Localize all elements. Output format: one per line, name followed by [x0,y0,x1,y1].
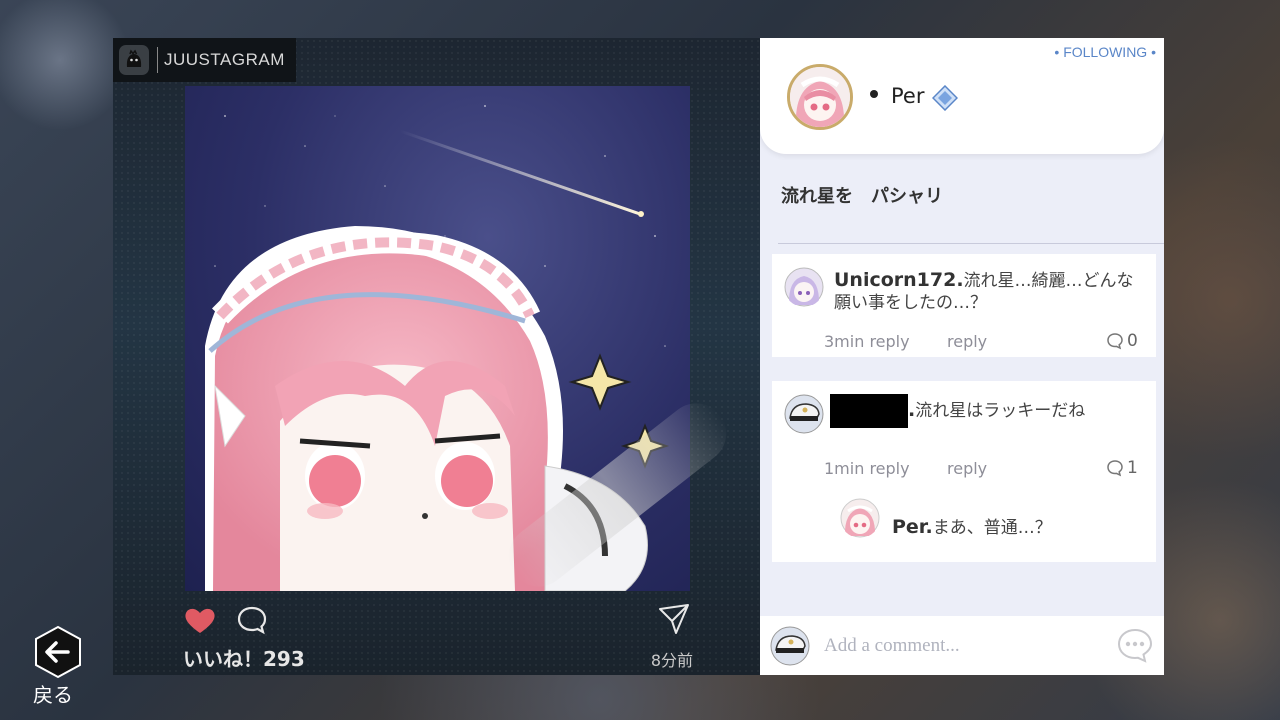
author-name[interactable]: Per [891,84,924,108]
like-count: いいね！293 [183,647,305,671]
comment-input[interactable] [822,628,1096,664]
comment-time: 1min [824,459,865,478]
author-avatar[interactable] [787,64,853,130]
comment-body: Unicorn172.流れ星…綺麗…どんな願い事をしたの…？ [834,269,1144,314]
back-button[interactable] [34,625,82,679]
send-comment-icon[interactable] [1116,626,1154,664]
post-time: 8分前 [650,651,693,670]
comment-bubble-icon[interactable] [235,605,269,635]
commenter-avatar[interactable] [784,394,824,434]
reply-text: まあ、普通…？ [932,518,1052,538]
comment-card: .流れ星はラッキーだね 1min reply reply 1 Per.まあ、普通… [772,381,1156,562]
following-dot-right: • [1147,44,1156,60]
reply-count[interactable]: 1 [1106,458,1138,478]
reply-author[interactable]: Per. [892,516,933,538]
comment-meta: 1min reply [824,459,910,478]
following-dot-left: • [1054,44,1064,60]
comment-bar [760,616,1164,675]
like-heart-icon[interactable] [183,605,217,635]
reply-bubble-icon [1107,333,1123,350]
caption-divider [778,243,1164,244]
app-title: JUUSTAGRAM [164,50,285,69]
redacted-username [830,394,908,428]
app-logo-bar: JUUSTAGRAM [113,38,296,82]
reply-avatar[interactable] [840,498,880,538]
post-panel: JUUSTAGRAM いいね！293 8分前 [113,38,763,675]
following-badge[interactable]: • FOLLOWING • [1054,44,1156,60]
comment-time: 3min [824,332,865,351]
reply-inline-link[interactable]: reply [869,459,909,478]
reply-count[interactable]: 0 [1106,331,1138,351]
comment-card: Unicorn172.流れ星…綺麗…どんな願い事をしたの…？ 3min repl… [772,254,1156,357]
post-caption: 流れ星を パシャリ [781,186,943,207]
reply-count-value: 1 [1127,458,1138,478]
reply-count-value: 0 [1127,331,1138,351]
verified-badge-icon [931,84,959,112]
reply-body: Per.まあ、普通…？ [892,516,1142,539]
comment-meta: 3min reply [824,332,910,351]
following-label: FOLLOWING [1063,44,1148,60]
reply-bubble-icon [1107,460,1123,477]
my-avatar [770,626,810,666]
post-actions: いいね！293 8分前 [183,603,693,673]
commenter-avatar[interactable] [784,267,824,307]
chick-logo-icon [119,45,149,75]
profile-card: • FOLLOWING • Per [760,38,1164,154]
author-bullet [870,90,878,98]
comment-text: 流れ星はラッキーだね [915,401,1086,421]
share-send-icon[interactable] [657,603,691,635]
back-label[interactable]: 戻る [33,679,73,708]
comments-panel: • FOLLOWING • Per 流れ星を パシャリ Unicorn172.流… [760,38,1164,675]
reply-link[interactable]: reply [947,459,987,478]
comment-body: .流れ星はラッキーだね [830,394,1150,428]
reply-inline-link[interactable]: reply [869,332,909,351]
reply-link[interactable]: reply [947,332,987,351]
comment-author[interactable]: Unicorn172. [834,269,964,291]
logo-divider [157,47,158,73]
